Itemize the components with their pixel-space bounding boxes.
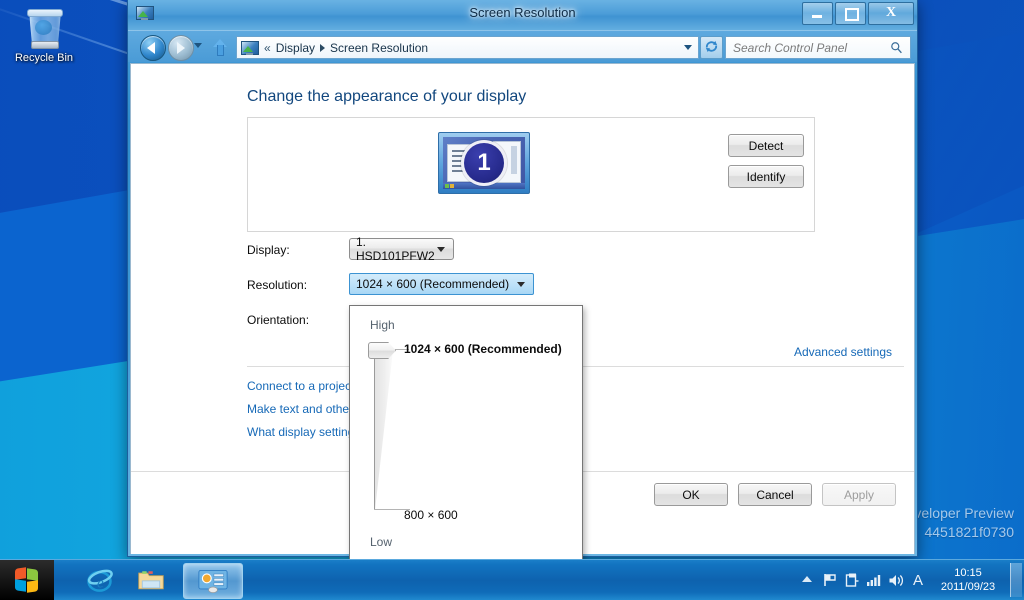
maximize-icon xyxy=(845,8,859,21)
close-icon: X xyxy=(885,5,897,20)
display-preview-panel: 1 Detect Identify xyxy=(247,117,815,232)
recycle-bin-icon xyxy=(22,6,66,50)
make-text-larger-link[interactable]: Make text and other xyxy=(247,402,353,416)
slider-track xyxy=(375,350,393,510)
refresh-button[interactable] xyxy=(700,36,723,59)
internet-explorer-icon: e xyxy=(86,569,113,592)
window-controls[interactable]: X xyxy=(802,2,914,25)
windows-start-orb-icon xyxy=(14,567,40,593)
back-button[interactable] xyxy=(140,35,166,61)
system-tray[interactable]: A 10:15 2011/09/23 xyxy=(797,560,1024,600)
resolution-combobox[interactable]: 1024 × 600 (Recommended) xyxy=(349,273,534,295)
start-button[interactable] xyxy=(0,560,54,600)
orientation-label: Orientation: xyxy=(247,313,310,327)
resolution-option-high[interactable]: 1024 × 600 (Recommended) xyxy=(404,342,562,356)
breadcrumb-overflow-icon[interactable]: « xyxy=(264,41,271,55)
display-combobox-value: 1. HSD101PFW2 xyxy=(356,235,435,263)
back-arrow-icon xyxy=(147,42,155,54)
display-settings-icon xyxy=(198,569,228,593)
address-chevron-down-icon[interactable] xyxy=(684,45,692,50)
resolution-option-low[interactable]: 800 × 600 xyxy=(404,508,458,522)
slider-high-label: High xyxy=(370,318,395,332)
resolution-label: Resolution: xyxy=(247,278,308,292)
chevron-down-icon xyxy=(517,281,525,287)
ime-letter: A xyxy=(912,571,923,589)
detect-button[interactable]: Detect xyxy=(728,134,804,157)
minimize-icon xyxy=(812,15,822,18)
chevron-down-icon xyxy=(437,246,445,252)
forward-button[interactable] xyxy=(168,35,194,61)
maximize-button[interactable] xyxy=(835,2,866,25)
address-bar[interactable]: « Display Screen Resolution xyxy=(236,36,699,59)
breadcrumb-item-display[interactable]: Display xyxy=(276,41,315,55)
close-button[interactable]: X xyxy=(868,2,914,25)
taskbar-item-internet-explorer[interactable]: e xyxy=(78,563,120,597)
clock-date: 2011/09/23 xyxy=(940,581,996,593)
display-monitor-icon xyxy=(136,6,154,22)
identify-button[interactable]: Identify xyxy=(728,165,804,188)
svg-text:e: e xyxy=(96,574,103,591)
cancel-button[interactable]: Cancel xyxy=(738,483,812,506)
forward-arrow-icon xyxy=(177,42,185,54)
slider-track-line xyxy=(374,350,375,510)
desktop-icon-recycle-bin[interactable]: Recycle Bin xyxy=(6,4,82,65)
window-title: Screen Resolution xyxy=(469,5,576,20)
slider-low-label: Low xyxy=(370,535,393,549)
ime-language-icon[interactable]: A xyxy=(907,569,929,591)
action-center-flag-icon[interactable] xyxy=(819,569,841,591)
show-hidden-icons-icon[interactable] xyxy=(801,573,813,587)
breadcrumb-separator-icon xyxy=(320,43,326,52)
refresh-icon xyxy=(705,40,718,53)
apply-button: Apply xyxy=(822,483,896,506)
advanced-settings-link[interactable]: Advanced settings xyxy=(794,345,892,359)
taskbar[interactable]: e A 10:15 2011/09/23 xyxy=(0,559,1024,600)
connect-to-projector-link[interactable]: Connect to a projec xyxy=(247,379,351,393)
resolution-dropdown-panel[interactable]: High 1024 × 600 (Recommended) 800 × 600 … xyxy=(349,305,583,560)
what-display-settings-link[interactable]: What display setting xyxy=(247,425,354,439)
monitor-preview-thumbnail[interactable]: 1 xyxy=(438,132,530,194)
display-label: Display: xyxy=(247,243,290,257)
taskbar-item-windows-explorer[interactable] xyxy=(130,563,172,597)
show-desktop-button[interactable] xyxy=(1010,563,1022,597)
clock[interactable]: 10:15 2011/09/23 xyxy=(929,566,1007,594)
breadcrumb-item-screen-resolution[interactable]: Screen Resolution xyxy=(330,41,428,55)
desktop-icon-label: Recycle Bin xyxy=(14,52,74,64)
dialog-buttons[interactable]: OK Cancel Apply xyxy=(654,483,896,506)
monitor-number-badge: 1 xyxy=(461,140,507,186)
taskbar-item-screen-resolution[interactable] xyxy=(183,563,243,599)
window-titlebar[interactable]: Screen Resolution X xyxy=(128,0,917,31)
display-combobox[interactable]: 1. HSD101PFW2 xyxy=(349,235,454,263)
search-box[interactable]: Search Control Panel xyxy=(725,36,911,59)
display-monitor-icon xyxy=(241,40,259,55)
network-signal-icon[interactable] xyxy=(863,569,885,591)
navigation-bar[interactable]: « Display Screen Resolution Search Contr… xyxy=(128,31,917,62)
recent-pages-chevron-down-icon[interactable] xyxy=(194,43,202,48)
breadcrumb: « Display Screen Resolution xyxy=(264,41,428,55)
search-input[interactable]: Search Control Panel xyxy=(726,41,890,55)
search-icon xyxy=(891,42,902,54)
ok-button[interactable]: OK xyxy=(654,483,728,506)
minimize-button[interactable] xyxy=(802,2,833,25)
up-button[interactable] xyxy=(210,36,230,58)
removable-device-icon[interactable] xyxy=(841,569,863,591)
page-title: Change the appearance of your display xyxy=(247,88,527,105)
folder-icon xyxy=(138,571,164,590)
volume-icon[interactable] xyxy=(885,569,907,591)
resolution-slider[interactable] xyxy=(368,342,413,517)
resolution-combobox-value: 1024 × 600 (Recommended) xyxy=(356,277,510,291)
clock-time: 10:15 xyxy=(954,567,982,579)
